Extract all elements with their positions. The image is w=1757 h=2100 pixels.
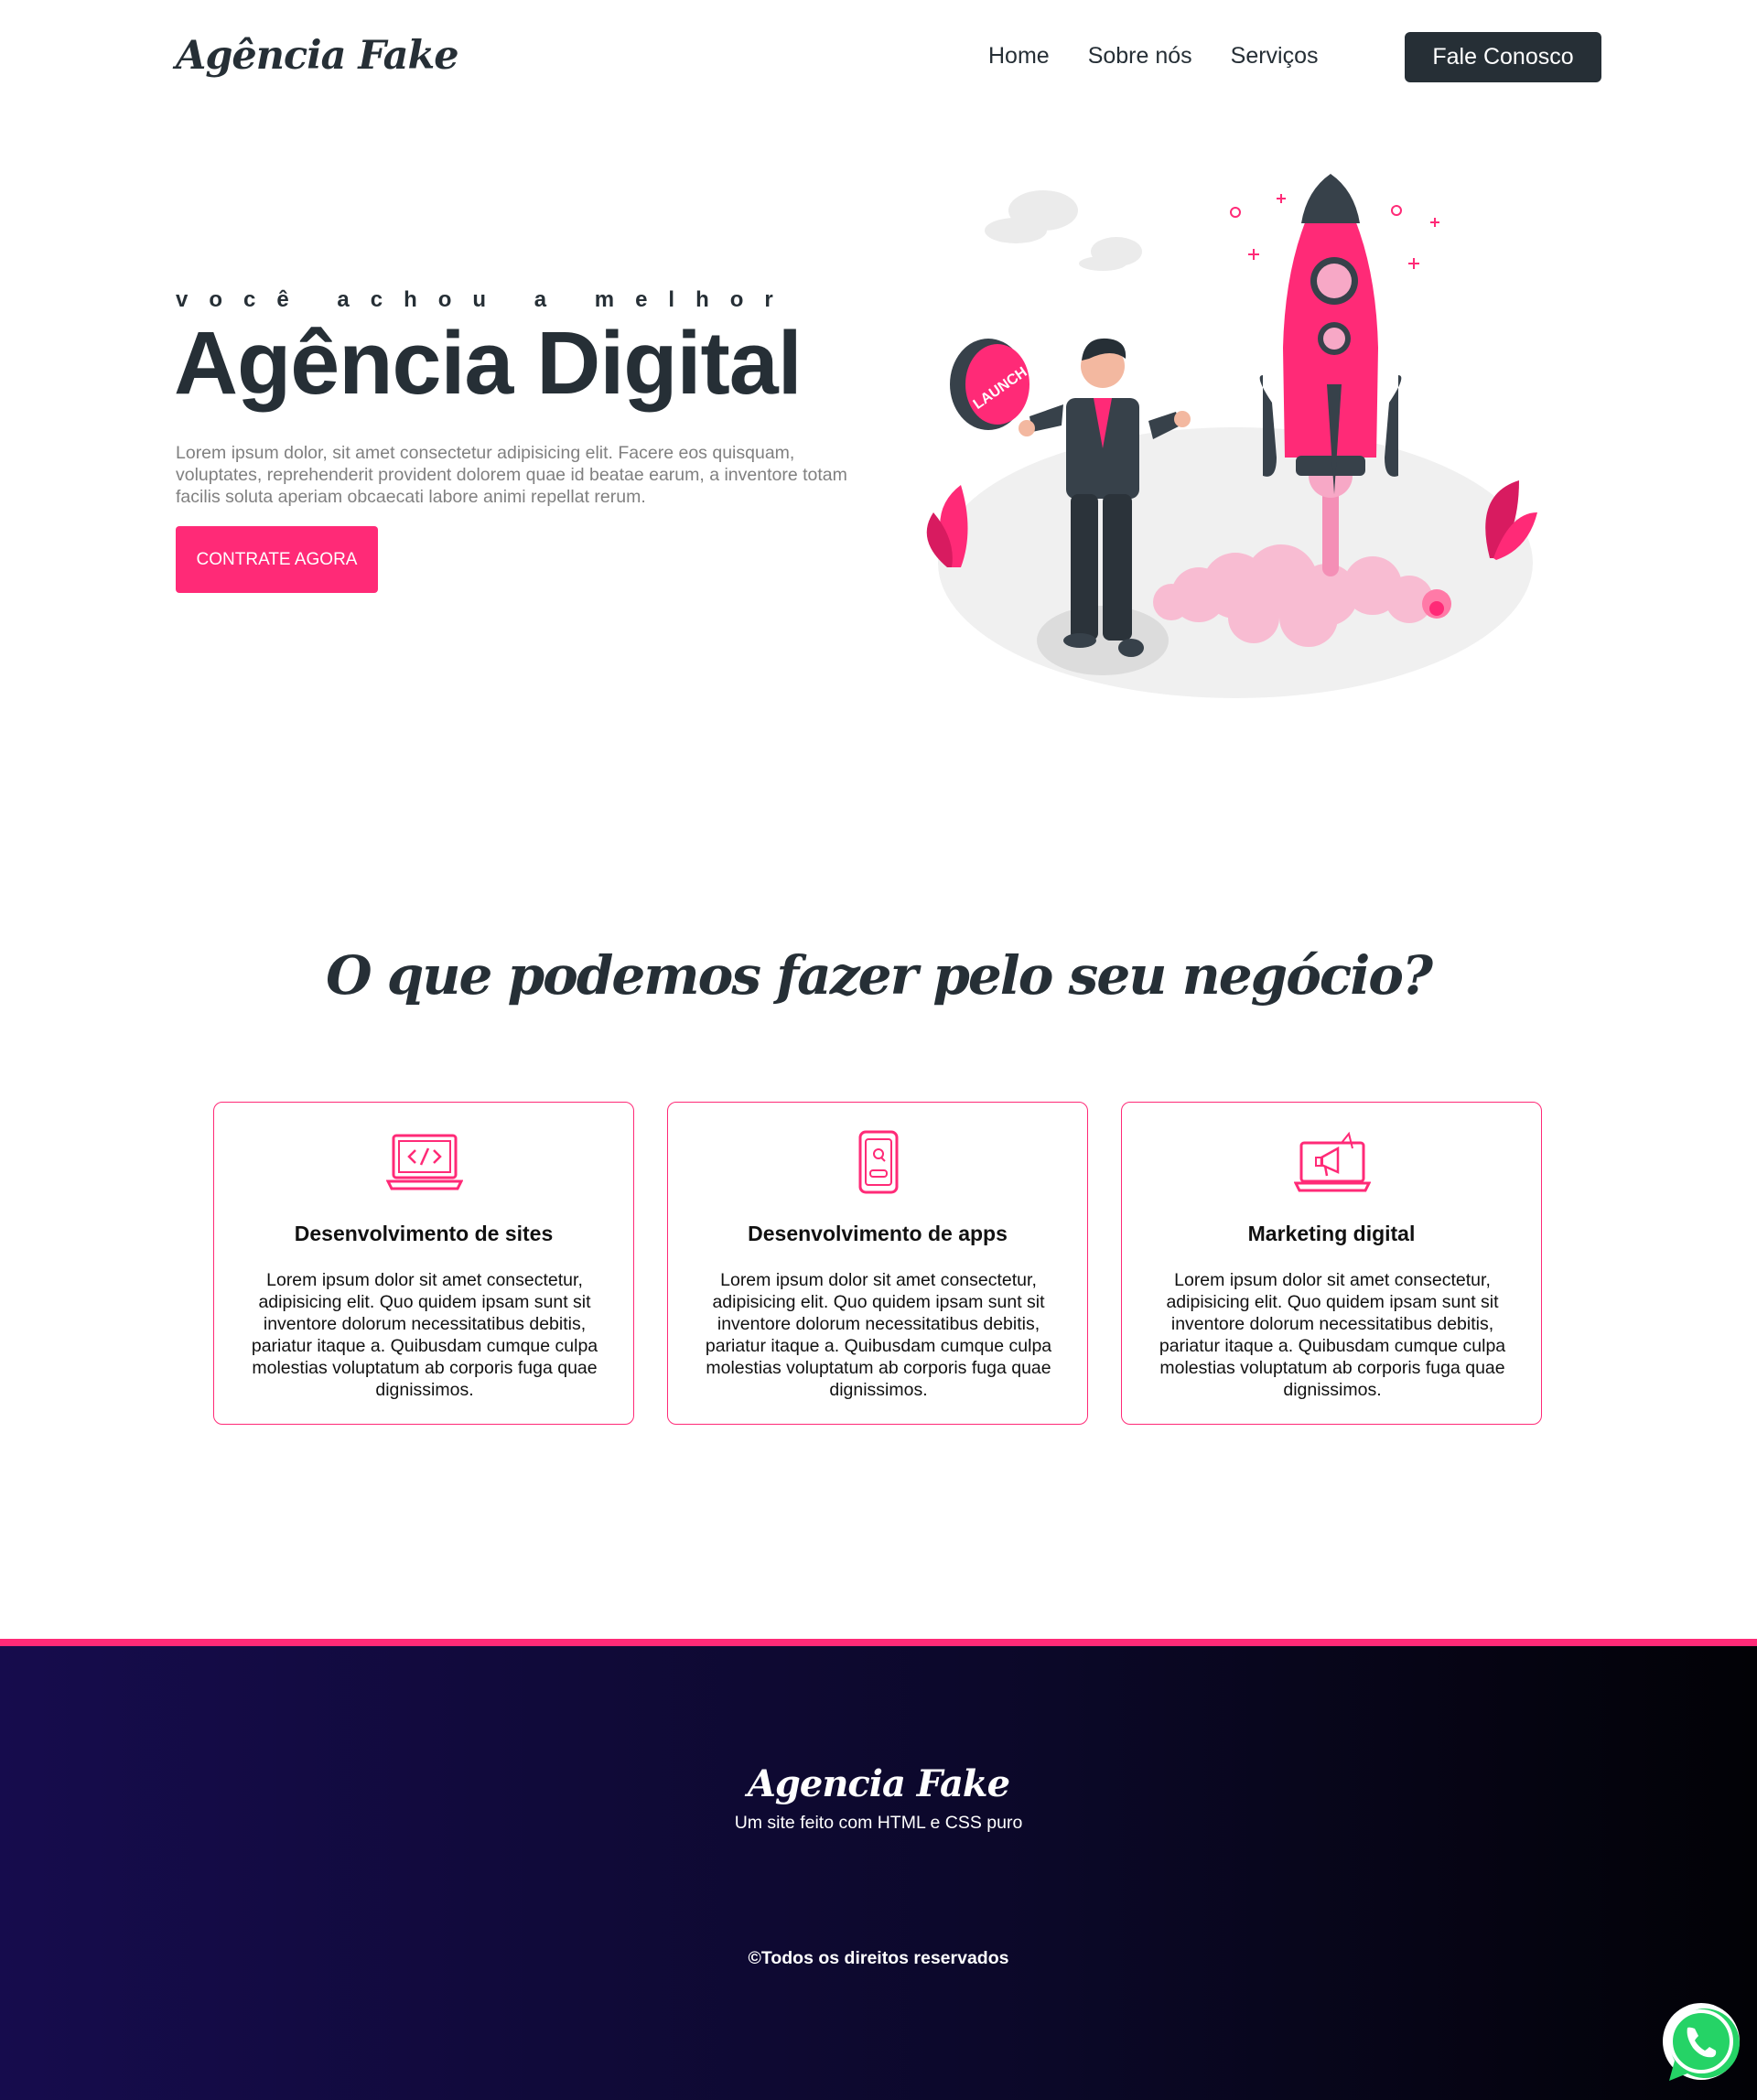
rocket-launch-illustration: LAUNCH [926,174,1537,698]
service-card-marketing: Marketing digital Lorem ipsum dolor sit … [1121,1102,1542,1425]
nav-servicos[interactable]: Serviços [1231,43,1319,70]
nav-home[interactable]: Home [988,43,1050,70]
site-footer: Agencia Fake Um site feito com HTML e CS… [0,1646,1757,2100]
hire-now-button[interactable]: CONTRATE AGORA [176,526,378,593]
service-card-sites: Desenvolvimento de sites Lorem ipsum dol… [213,1102,634,1425]
service-description: Lorem ipsum dolor sit amet consectetur, … [705,1270,1052,1400]
service-title: Desenvolvimento de apps [748,1222,1008,1245]
services-cards: Desenvolvimento de sites Lorem ipsum dol… [213,1102,1542,1425]
service-card-apps: Desenvolvimento de apps Lorem ipsum dolo… [667,1102,1088,1425]
footer-logo: Agencia Fake [747,1762,1010,1805]
hero-description: Lorem ipsum dolor, sit amet consectetur … [176,443,847,507]
megaphone-laptop-icon [1294,1131,1371,1192]
mobile-app-icon [858,1130,899,1194]
footer-divider [0,1639,1757,1646]
hero-kicker: você achou a melhor [176,287,794,312]
laptop-code-icon [386,1134,463,1190]
service-title: Desenvolvimento de sites [294,1222,554,1245]
site-logo[interactable]: Agência Fake [176,33,459,79]
services-title: O que podemos fazer pelo seu negócio? [326,944,1433,1007]
footer-copyright: ©Todos os direitos reservados [748,1948,1009,1968]
contact-button[interactable]: Fale Conosco [1405,32,1601,82]
footer-subtitle: Um site feito com HTML e CSS puro [734,1813,1023,1833]
main-nav: Home Sobre nós Serviços [988,43,1319,70]
site-header: Agência Fake Home Sobre nós Serviços Fal… [0,0,1757,117]
whatsapp-icon[interactable] [1658,2000,1744,2086]
nav-sobre[interactable]: Sobre nós [1088,43,1192,70]
cloud-icon [985,190,1142,271]
service-title: Marketing digital [1247,1222,1416,1245]
service-description: Lorem ipsum dolor sit amet consectetur, … [251,1270,598,1400]
hero-title: Agência Digital [174,313,803,413]
service-description: Lorem ipsum dolor sit amet consectetur, … [1159,1270,1506,1400]
launch-button-icon: LAUNCH [950,339,1030,430]
